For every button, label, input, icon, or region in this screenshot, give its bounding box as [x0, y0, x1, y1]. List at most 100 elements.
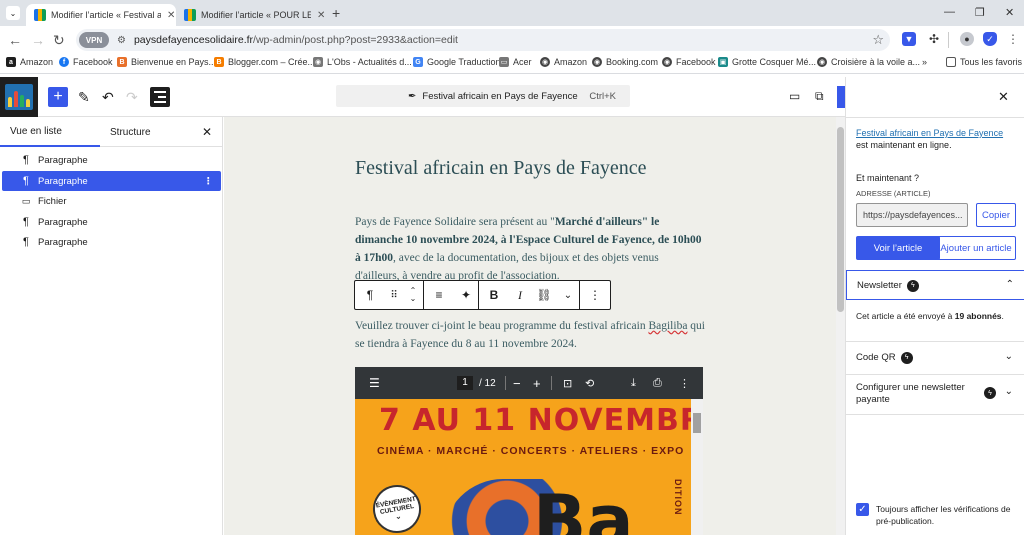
new-tab-icon[interactable]: +	[332, 5, 340, 21]
restore-icon[interactable]: ❐	[975, 6, 985, 19]
list-item[interactable]: ¶ Paragraphe	[2, 232, 221, 252]
tools-pencil-icon[interactable]: ✎	[78, 89, 90, 106]
bookmark-item[interactable]: ◉ Facebook	[662, 57, 716, 67]
block-inserter-button[interactable]: +	[48, 87, 68, 107]
security-shield-icon[interactable]: ✓	[983, 32, 997, 46]
paragraph-block[interactable]: Veuillez trouver ci-joint le beau progra…	[355, 317, 705, 353]
menu-icon[interactable]: ☰	[369, 376, 380, 390]
bookmark-item[interactable]: ◉ Amazon	[540, 57, 587, 67]
rotate-icon[interactable]: ⟲	[585, 377, 594, 390]
qr-code-section-toggle[interactable]: Code QR ϟ ⌄	[846, 341, 1024, 374]
bookmark-item[interactable]: B Bienvenue en Pays...	[117, 57, 216, 67]
site-logo[interactable]	[0, 77, 38, 117]
undo-icon[interactable]: ↶	[102, 89, 114, 106]
back-icon[interactable]: ←	[8, 32, 22, 48]
bookmark-item[interactable]: ◉ Croisière à la voile a...	[817, 57, 920, 67]
post-title[interactable]: Festival africain en Pays de Fayence	[355, 157, 647, 180]
url-text[interactable]: paysdefayencesolidaire.fr/wp-admin/post.…	[134, 34, 458, 46]
newsletter-section-toggle[interactable]: Newsletter ϟ ⌃	[846, 270, 1024, 300]
tab-structure[interactable]: Structure	[110, 117, 151, 147]
more-options-icon[interactable]: ⋮	[679, 377, 690, 390]
close-tab-icon[interactable]: ✕	[317, 10, 325, 21]
forward-icon[interactable]: →	[31, 32, 45, 48]
bookmark-favicon-icon: ◉	[817, 57, 827, 67]
close-window-icon[interactable]: ✕	[1005, 6, 1014, 19]
shield-extension-icon[interactable]: ▼	[902, 32, 916, 46]
preview-desktop-icon[interactable]: ▭	[789, 89, 800, 103]
vpn-badge[interactable]: VPN	[79, 32, 109, 48]
poster-headline: 7 AU 11 NOVEMBRE	[379, 403, 691, 438]
published-post-link[interactable]: Festival africain en Pays de Fayence	[856, 128, 1003, 138]
site-settings-icon[interactable]: ⚙	[117, 35, 126, 46]
italic-icon[interactable]: I	[509, 281, 531, 309]
reload-icon[interactable]: ↻	[53, 32, 65, 49]
tab-list-view[interactable]: Vue en liste	[0, 117, 100, 147]
bookmark-item[interactable]: ▭ Acer	[499, 57, 532, 67]
view-post-button[interactable]: Voir l’article	[856, 236, 940, 260]
link-icon[interactable]: ⛓	[531, 281, 557, 309]
zoom-in-icon[interactable]: +	[533, 376, 541, 391]
profile-avatar-icon[interactable]: ●	[960, 32, 974, 46]
minimize-icon[interactable]: —	[944, 6, 955, 18]
bookmark-star-icon[interactable]: ☆	[872, 32, 884, 48]
list-item[interactable]: ▭ Fichier	[2, 191, 221, 211]
pdf-page[interactable]: 7 AU 11 NOVEMBRE CINÉMA · MARCHÉ · CONCE…	[355, 399, 691, 535]
command-palette-button[interactable]: ✒ Festival africain en Pays de Fayence C…	[336, 85, 630, 107]
list-item[interactable]: ¶ Paragraphe	[2, 212, 221, 232]
bookmarks-overflow-icon[interactable]: »	[922, 57, 927, 67]
copy-button[interactable]: Copier	[976, 203, 1016, 227]
list-item[interactable]: ¶ Paragraphe ⋮	[2, 171, 221, 191]
view-post-external-icon[interactable]: ⧉	[815, 89, 824, 104]
browser-tab-active[interactable]: Modifier l’article « Festival africain e…	[26, 4, 176, 26]
extensions-puzzle-icon[interactable]: ✣	[927, 32, 941, 46]
bookmark-item[interactable]: G Google Traduction	[413, 57, 501, 67]
block-toolbar: ¶ ⠿ ⌃ ⌄ ≡ ✦ B I ⛓ ⌄ ⋮	[354, 280, 611, 310]
bookmark-item[interactable]: B Blogger.com – Crée...	[214, 57, 315, 67]
block-options-icon[interactable]: ⋮	[204, 176, 214, 187]
bookmark-item[interactable]: ◉ Booking.com	[592, 57, 658, 67]
bookmark-item[interactable]: a Amazon	[6, 57, 53, 67]
tab-search-icon[interactable]: ⌄	[6, 6, 20, 20]
pdf-scrollbar[interactable]	[691, 399, 703, 535]
more-formats-chevron-icon[interactable]: ⌄	[557, 281, 579, 309]
paragraph-icon[interactable]: ¶	[355, 281, 385, 309]
pen-icon: ✒	[408, 90, 417, 102]
published-notice: Festival africain en Pays de Fayence est…	[856, 128, 1004, 150]
ai-sparkle-icon[interactable]: ✦	[454, 281, 478, 309]
close-tab-icon[interactable]: ✕	[167, 10, 175, 21]
print-icon[interactable]: ⎙	[653, 377, 662, 390]
move-up-down-icon[interactable]: ⌃ ⌄	[403, 281, 423, 309]
bold-icon[interactable]: B	[479, 281, 509, 309]
add-post-button[interactable]: Ajouter un article	[936, 236, 1016, 260]
omnibox[interactable]: VPN ⚙ paysdefayencesolidaire.fr/wp-admin…	[76, 29, 890, 51]
paragraph-block[interactable]: Pays de Fayence Solidaire sera présent a…	[355, 213, 705, 285]
all-favorites-folder[interactable]: Tous les favoris	[946, 57, 1022, 67]
always-show-checkbox[interactable]: ✓	[856, 503, 869, 516]
browser-menu-icon[interactable]: ⋮	[1006, 32, 1020, 46]
always-show-label[interactable]: Toujours afficher les vérifications de p…	[876, 503, 1016, 527]
block-options-icon[interactable]: ⋮	[580, 281, 610, 309]
paid-newsletter-section-toggle[interactable]: Configurer une newsletter payante ϟ ⌄	[846, 374, 1024, 414]
page-number-input[interactable]: 1	[457, 376, 473, 390]
close-list-view-icon[interactable]: ✕	[202, 125, 212, 139]
zoom-out-icon[interactable]: −	[513, 376, 521, 391]
chevron-down-icon: ⌄	[394, 510, 403, 521]
bookmark-item[interactable]: f Facebook	[59, 57, 113, 67]
redo-icon[interactable]: ↷	[126, 89, 138, 106]
next-heading: Et maintenant ?	[856, 173, 920, 183]
settings-toggle-button[interactable]	[837, 86, 845, 108]
bookmark-item[interactable]: ▣ Grotte Cosquer Mé...	[718, 57, 816, 67]
download-icon[interactable]: ⤓	[631, 377, 636, 390]
list-item[interactable]: ¶ Paragraphe	[2, 150, 221, 170]
fit-page-icon[interactable]: ⊡	[563, 377, 572, 390]
align-left-icon[interactable]: ≡	[424, 281, 454, 309]
post-address-field[interactable]: https://paysdefayences...	[856, 203, 968, 227]
canvas-scrollbar[interactable]	[836, 117, 845, 535]
bookmark-favicon-icon: ◉	[313, 57, 323, 67]
bookmark-item[interactable]: ◉ L'Obs - Actualités d...	[313, 57, 412, 67]
tab-title: Modifier l’article « POUR LE MOIS »	[201, 10, 311, 20]
document-overview-button[interactable]	[150, 87, 170, 107]
close-panel-icon[interactable]: ✕	[998, 89, 1009, 105]
drag-handle-icon[interactable]: ⠿	[385, 281, 403, 309]
browser-tab[interactable]: Modifier l’article « POUR LE MOIS » ✕	[176, 4, 326, 26]
